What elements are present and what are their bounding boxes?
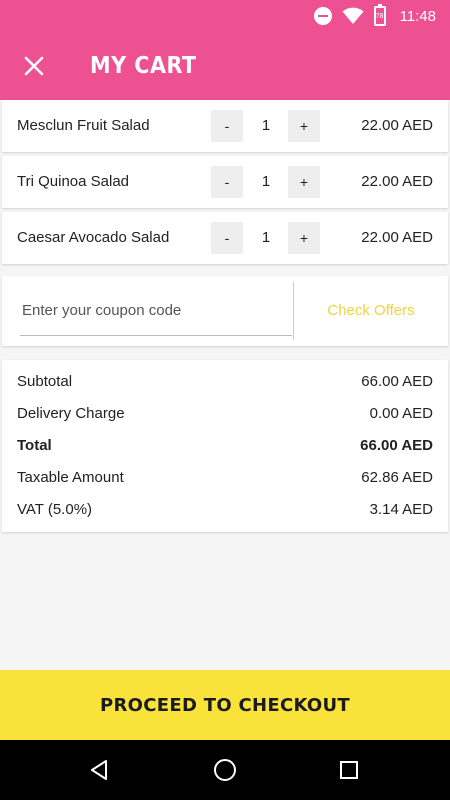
item-quantity: 1 [261,229,271,246]
summary-row-subtotal: Subtotal 66.00 AED [2,366,448,398]
summary-value: 0.00 AED [369,405,433,422]
recents-icon [340,761,358,779]
recents-button[interactable] [331,752,367,788]
summary-row-total: Total 66.00 AED [2,430,448,462]
navigation-bar [0,740,450,800]
close-button[interactable] [14,46,54,86]
item-quantity: 1 [261,173,271,190]
home-button[interactable] [207,752,243,788]
summary-value: 3.14 AED [369,501,433,518]
checkout-label: PROCEED TO CHECKOUT [99,694,351,716]
status-icons: 78 11:48 [313,0,436,32]
cart-item: Mesclun Fruit Salad - 1 + 22.00 AED [2,100,448,152]
item-name: Mesclun Fruit Salad [17,117,150,134]
app-bar: MY CART [0,32,450,100]
back-icon [91,760,107,780]
coupon-code-input[interactable] [20,286,292,336]
home-icon [214,759,236,781]
summary-label: VAT (5.0%) [17,501,93,518]
increase-quantity-button[interactable]: + [288,222,320,254]
cart-item: Tri Quinoa Salad - 1 + 22.00 AED [2,156,448,208]
status-bar: 78 11:48 [0,0,450,32]
summary-value: 66.00 AED [361,373,433,390]
decrease-quantity-button[interactable]: - [211,166,243,198]
increase-quantity-button[interactable]: + [288,166,320,198]
decrease-quantity-button[interactable]: - [211,110,243,142]
do-not-disturb-icon [313,7,332,25]
cart-item: Caesar Avocado Salad - 1 + 22.00 AED [2,212,448,264]
summary-label: Delivery Charge [17,405,125,422]
item-price: 22.00 AED [361,229,433,246]
summary-label: Subtotal [17,373,73,390]
item-quantity: 1 [261,117,271,134]
summary-row-taxable: Taxable Amount 62.86 AED [2,462,448,494]
check-offers-button[interactable]: Check Offers [294,276,448,346]
item-price: 22.00 AED [361,117,433,134]
summary-row-vat: VAT (5.0%) 3.14 AED [2,494,448,526]
close-icon [24,56,44,76]
increase-quantity-button[interactable]: + [288,110,320,142]
item-price: 22.00 AED [361,173,433,190]
item-name: Caesar Avocado Salad [17,229,170,246]
summary-label: Total [17,437,52,454]
summary-row-delivery: Delivery Charge 0.00 AED [2,398,448,430]
wifi-icon [342,7,364,24]
page-title: MY CART [90,53,197,79]
summary-label: Taxable Amount [17,469,124,486]
status-time: 11:48 [399,7,436,25]
decrease-quantity-button[interactable]: - [211,222,243,254]
proceed-to-checkout-button[interactable]: PROCEED TO CHECKOUT [0,670,450,740]
coupon-box: Check Offers [2,276,448,346]
battery-icon: 78 [373,4,386,26]
battery-level: 78 [375,12,384,20]
summary-value: 66.00 AED [360,437,433,454]
back-button[interactable] [81,752,117,788]
order-summary: Subtotal 66.00 AED Delivery Charge 0.00 … [2,360,448,532]
summary-value: 62.86 AED [361,469,433,486]
item-name: Tri Quinoa Salad [17,173,130,190]
